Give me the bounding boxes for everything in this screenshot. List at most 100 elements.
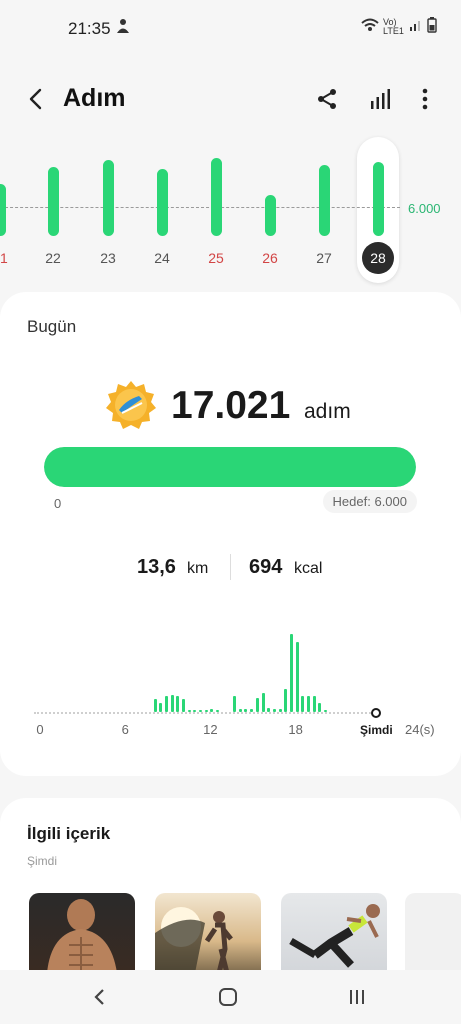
page-title: Adım	[63, 84, 126, 112]
lunge-exercise-thumbnail[interactable]	[281, 893, 387, 973]
nav-back-icon	[94, 989, 104, 1005]
stats-divider	[230, 554, 231, 580]
hourly-bar	[306, 696, 310, 712]
system-nav-bar	[0, 970, 461, 1024]
bar-chart-icon	[371, 89, 390, 109]
activity-stats: 13,6 km 694 kcal	[0, 554, 461, 584]
status-time: 21:35	[68, 19, 111, 38]
steps-count: 17.021	[171, 384, 291, 427]
hourly-bar	[289, 634, 293, 712]
hourly-bar	[199, 709, 203, 712]
hourly-bar	[301, 696, 305, 712]
day-label-24[interactable]: 24	[147, 250, 177, 266]
day-label-22[interactable]: 22	[38, 250, 68, 266]
hourly-bar	[324, 709, 327, 712]
nav-recents-button[interactable]	[337, 982, 377, 1012]
hourly-bar	[176, 696, 180, 712]
goal-achieved-badge-icon	[106, 380, 156, 430]
share-icon	[318, 89, 336, 109]
abs-workout-thumbnail[interactable]	[29, 893, 135, 973]
day-label-25[interactable]: 25	[201, 250, 231, 266]
hourly-bar	[204, 709, 208, 712]
app-bar: Adım	[0, 74, 461, 124]
distance-value: 13,6	[137, 556, 176, 578]
related-title: İlgili içerik	[27, 824, 111, 843]
hourly-bar	[159, 702, 163, 712]
nav-back-button[interactable]	[80, 982, 120, 1012]
more-options-button[interactable]	[408, 82, 442, 116]
distance-unit: km	[187, 560, 209, 577]
wifi-icon	[361, 18, 379, 35]
hourly-baseline	[34, 712, 374, 714]
share-button[interactable]	[310, 82, 344, 116]
status-bar: 21:35 Vo) LTE1	[0, 0, 461, 56]
trends-button[interactable]	[363, 82, 397, 116]
day-bar-21[interactable]	[0, 184, 6, 236]
now-marker	[371, 708, 381, 718]
day-bar-22[interactable]	[47, 166, 59, 236]
related-content-card: İlgili içerik Şimdi	[0, 798, 461, 998]
hourly-bar	[255, 697, 259, 712]
hourly-bar	[278, 708, 282, 712]
hourly-steps-chart: Şimdi 24(s) 0 6 12 18	[0, 622, 461, 742]
notification-icon	[116, 18, 130, 38]
steps-progress-fill	[44, 447, 416, 487]
more-vertical-icon	[422, 88, 428, 110]
hourly-bar	[250, 708, 254, 712]
day-label-21[interactable]: 21	[0, 250, 15, 266]
day-label-23[interactable]: 23	[93, 250, 123, 266]
goal-label: Hedef: 6.000	[322, 490, 417, 513]
progress-min-label: 0	[54, 496, 62, 511]
nav-recents-icon	[350, 990, 364, 1004]
calories-value: 694	[249, 556, 283, 578]
hourly-bar	[153, 698, 157, 712]
battery-icon	[427, 17, 437, 36]
hourly-bar	[261, 692, 265, 712]
weekly-steps-chart: 6.000 28 21 22 23 24 25 26 27	[0, 130, 461, 290]
day-bar-27[interactable]	[318, 164, 330, 236]
day-bar-25[interactable]	[210, 158, 222, 236]
day-label-27[interactable]: 27	[309, 250, 339, 266]
hourly-bar	[318, 702, 322, 712]
hourly-bar	[233, 696, 237, 712]
nav-home-button[interactable]	[208, 982, 248, 1012]
nav-home-icon	[219, 988, 237, 1006]
hourly-bar	[216, 709, 220, 712]
steps-progress-bar	[44, 447, 416, 487]
hourly-bar	[170, 694, 174, 712]
day-bar-23[interactable]	[102, 160, 114, 236]
today-label: Bugün	[27, 317, 77, 336]
steps-unit: adım	[304, 400, 351, 423]
more-content-thumbnail[interactable]	[405, 893, 461, 973]
now-label: Şimdi	[360, 723, 393, 737]
hourly-bar	[295, 641, 299, 712]
today-card: Bugün 17.021 adım 0 Hedef: 6.000 13,6 km…	[0, 292, 461, 776]
signal-icon	[409, 18, 423, 35]
target-line	[0, 207, 400, 208]
hourly-bar	[182, 698, 185, 712]
running-thumbnail[interactable]	[155, 893, 261, 973]
selected-day-label[interactable]: 28	[362, 242, 394, 274]
related-subtitle: Şimdi	[27, 854, 58, 868]
day-bar-24[interactable]	[156, 168, 168, 236]
hourly-bar	[238, 708, 242, 712]
day-bar-26[interactable]	[264, 194, 276, 236]
back-button[interactable]	[22, 82, 52, 116]
system-icons: Vo) LTE1	[361, 17, 437, 36]
hourly-bar	[187, 709, 191, 712]
hourly-bar	[272, 708, 276, 712]
hourly-tick-label: 0	[36, 722, 44, 737]
hourly-bar	[267, 708, 271, 712]
hourly-bar	[284, 688, 288, 712]
hourly-bar	[312, 695, 316, 712]
target-label: 6.000	[408, 201, 441, 216]
day-label-26[interactable]: 26	[255, 250, 285, 266]
day-bar-28[interactable]	[372, 162, 384, 236]
calories-unit: kcal	[294, 560, 323, 577]
hourly-end-label: 24(s)	[405, 722, 435, 737]
hourly-tick-label: 12	[203, 722, 218, 737]
hourly-bar	[164, 696, 168, 712]
hourly-tick-label: 6	[121, 722, 129, 737]
hourly-tick-label: 18	[288, 722, 303, 737]
network-label: Vo) LTE1	[383, 16, 404, 36]
